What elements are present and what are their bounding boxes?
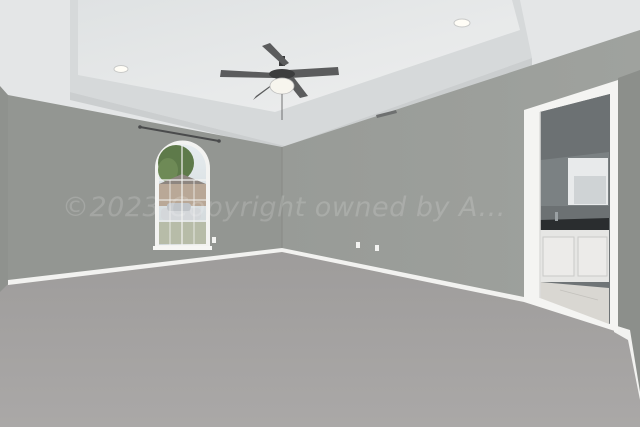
arched-window <box>153 140 212 250</box>
room-photo: ©2023 Copyright owned by A... <box>0 0 640 427</box>
recessed-light-2 <box>453 18 471 28</box>
wall-outlet-3 <box>375 245 379 251</box>
room-illustration <box>0 0 640 427</box>
recessed-light-1 <box>113 65 129 73</box>
wall-outlet-1 <box>212 237 216 243</box>
wall-outlet-2 <box>356 242 360 248</box>
left-wall <box>0 86 8 292</box>
bathroom-doorway <box>524 80 618 332</box>
